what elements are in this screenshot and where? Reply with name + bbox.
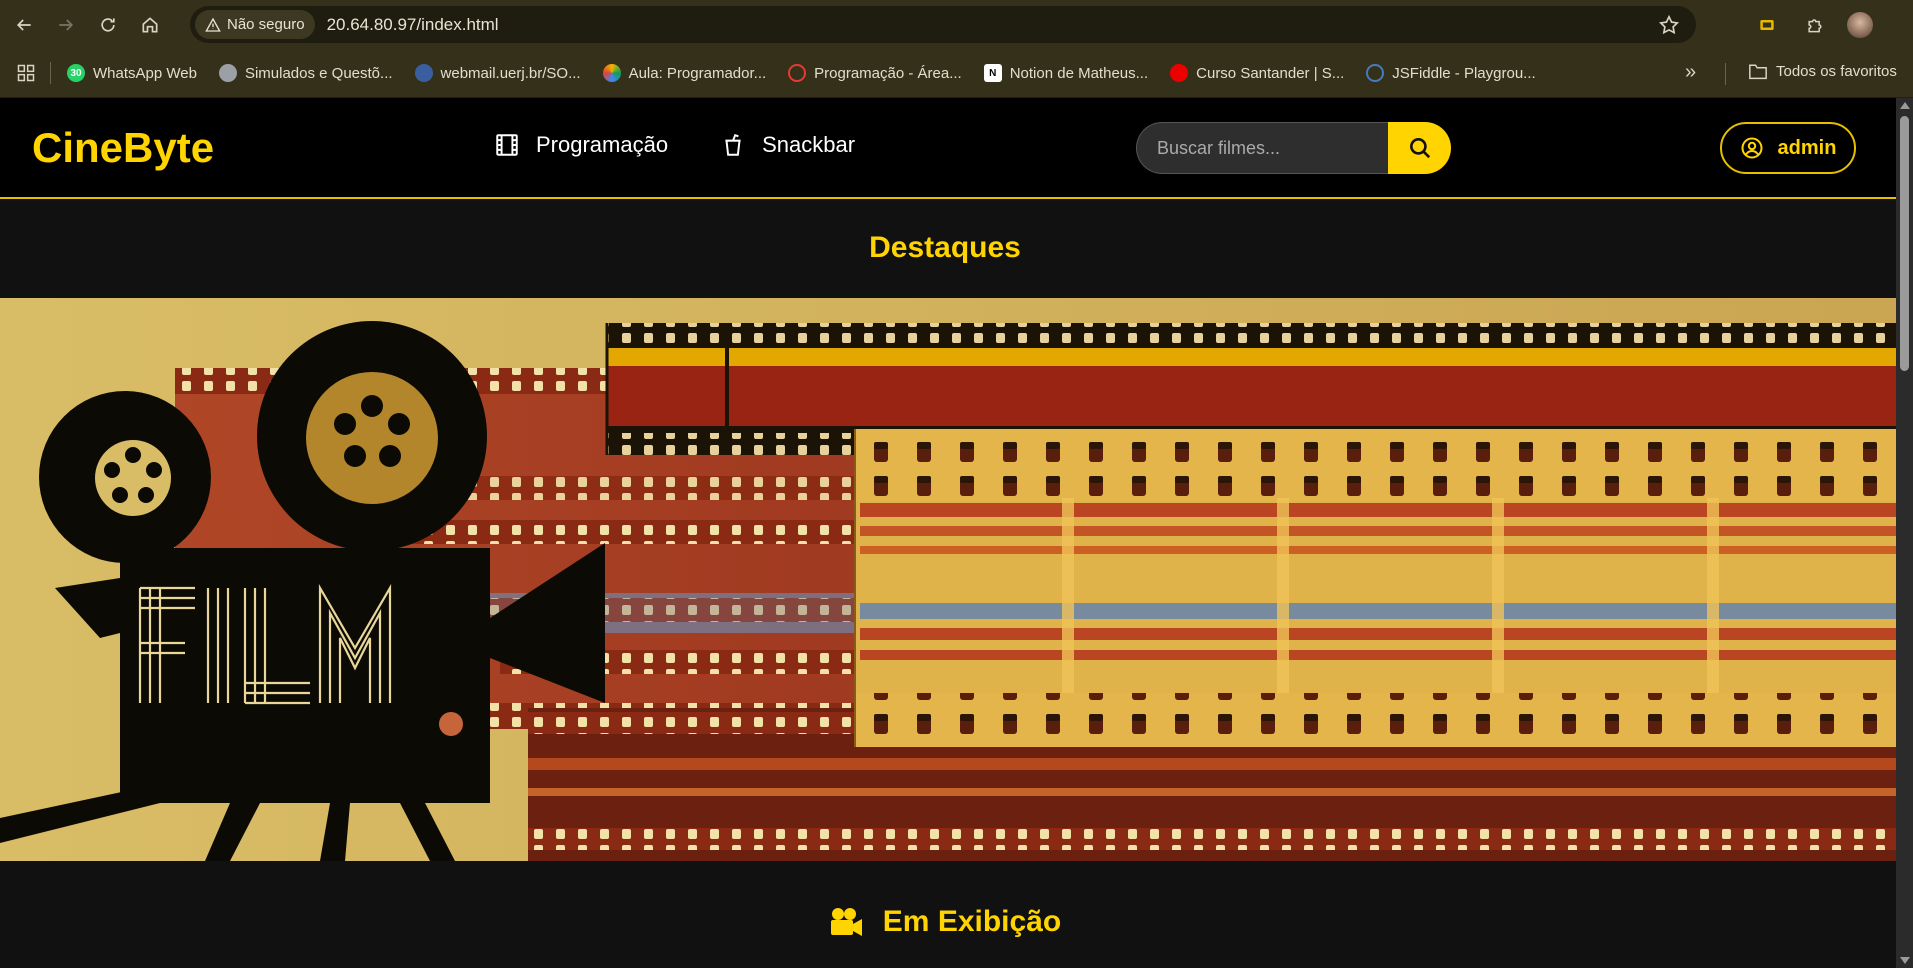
bookmark-programacao[interactable]: Programação - Área... [788, 64, 962, 82]
all-bookmarks-label: Todos os favoritos [1776, 62, 1897, 80]
globe-icon [218, 64, 237, 82]
bookmark-label: webmail.uerj.br/SO... [440, 64, 581, 82]
back-button[interactable] [6, 7, 42, 43]
profile-avatar[interactable] [1847, 11, 1873, 38]
highlights-title: Destaques [869, 231, 1021, 264]
forward-button[interactable] [48, 7, 84, 43]
extension-badge-icon [1760, 19, 1774, 30]
bookmark-label: Curso Santander | S... [1196, 64, 1345, 82]
now-showing-label: Em Exibição [882, 905, 1062, 938]
scroll-down-arrow-icon[interactable] [1900, 957, 1910, 964]
more-bookmarks-chevron-icon[interactable]: » [1685, 61, 1696, 84]
search-input[interactable] [1136, 122, 1388, 174]
arrow-right-icon [59, 18, 74, 31]
nav-item-label: Programação [536, 132, 669, 157]
bookmark-label: Aula: Programador... [628, 64, 767, 82]
main-nav: Programação Snackbar [494, 132, 907, 158]
bookmark-santander[interactable]: Curso Santander | S... [1170, 64, 1344, 82]
nav-item-label: Snackbar [762, 132, 856, 157]
bookmark-label: Notion de Matheus... [1009, 64, 1149, 82]
bookmarks-divider [50, 62, 51, 84]
jsfiddle-icon [1366, 64, 1385, 82]
santander-icon [1170, 64, 1189, 82]
user-circle-icon [1741, 137, 1763, 159]
bookmark-star-button[interactable] [1658, 14, 1680, 41]
webmail-icon [414, 64, 433, 82]
scrollbar-thumb[interactable] [1900, 116, 1909, 371]
bookmark-simulados[interactable]: Simulados e Questõ... [218, 64, 393, 82]
now-showing-title: Em Exibição [0, 905, 1890, 939]
security-chip[interactable]: Não seguro [195, 10, 315, 39]
video-camera-icon [830, 908, 862, 936]
url-text[interactable]: 20.64.80.97/index.html [327, 15, 499, 35]
search-icon [1409, 138, 1430, 159]
address-bar[interactable]: Não seguro 20.64.80.97/index.html [190, 6, 1696, 43]
home-icon [142, 16, 158, 32]
site-logo[interactable]: CineByte [32, 124, 214, 172]
arrow-left-icon [16, 18, 31, 31]
extensions-button[interactable] [1797, 7, 1833, 43]
film-icon [496, 134, 518, 156]
whatsapp-icon: 30 [67, 64, 85, 82]
nav-item-programacao[interactable]: Programação [494, 132, 668, 158]
bookmark-label: WhatsApp Web [93, 64, 197, 82]
puzzle-icon [1808, 18, 1822, 32]
bookmarks-divider [1725, 63, 1726, 85]
warning-icon [205, 17, 221, 32]
page-viewport: CineByte Programação Snackbar admin Dest… [0, 98, 1896, 968]
extension-button[interactable] [1749, 7, 1785, 43]
highlight-banner-image[interactable] [0, 298, 1896, 861]
browser-toolbar: Não seguro 20.64.80.97/index.html [0, 0, 1913, 49]
home-button[interactable] [132, 7, 168, 43]
search-form [1136, 122, 1451, 174]
apps-grid-icon[interactable] [16, 63, 36, 83]
notion-icon: N [983, 64, 1002, 82]
cup-icon [725, 134, 741, 156]
user-name: admin [1777, 136, 1837, 159]
bookmarks-bar: 30 WhatsApp Web Simulados e Questõ... we… [0, 49, 1913, 98]
extensions-area [1737, 0, 1913, 49]
bookmark-label: Simulados e Questõ... [244, 64, 393, 82]
site-header: CineByte Programação Snackbar admin [0, 98, 1896, 199]
page-scrollbar[interactable] [1896, 98, 1913, 968]
bookmark-label: JSFiddle - Playgrou... [1392, 64, 1536, 82]
nav-item-snackbar[interactable]: Snackbar [720, 132, 855, 158]
scroll-up-arrow-icon[interactable] [1900, 102, 1910, 109]
reload-button[interactable] [90, 7, 126, 43]
search-button[interactable] [1388, 122, 1451, 174]
star-icon [1658, 14, 1680, 35]
folder-icon [1749, 64, 1767, 80]
security-label: Não seguro [227, 16, 305, 33]
all-bookmarks-button[interactable]: Todos os favoritos [1748, 62, 1897, 80]
programacao-icon [788, 64, 807, 82]
reload-icon [101, 17, 115, 32]
bookmark-whatsapp[interactable]: 30 WhatsApp Web [67, 64, 197, 82]
bookmark-notion[interactable]: N Notion de Matheus... [983, 64, 1149, 82]
bookmark-aula[interactable]: Aula: Programador... [602, 64, 767, 82]
bookmark-webmail[interactable]: webmail.uerj.br/SO... [414, 64, 581, 82]
bookmark-label: Programação - Área... [814, 64, 962, 82]
user-menu-button[interactable]: admin [1720, 122, 1856, 174]
bookmark-jsfiddle[interactable]: JSFiddle - Playgrou... [1366, 64, 1536, 82]
aula-icon [602, 64, 621, 82]
